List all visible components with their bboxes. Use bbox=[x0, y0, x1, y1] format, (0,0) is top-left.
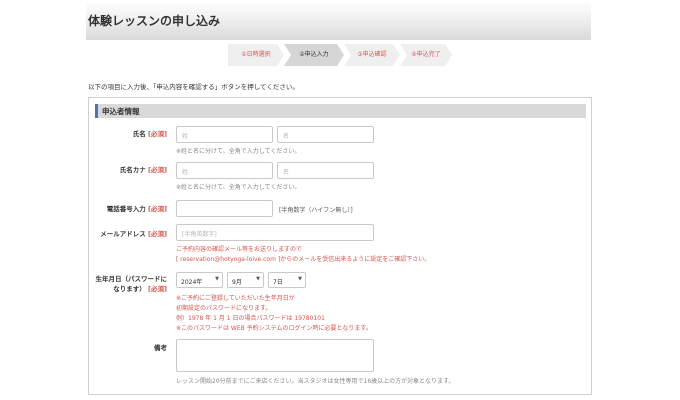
email-input[interactable]: [半角英数字] bbox=[176, 224, 374, 241]
applicant-form: 申込者情報 氏名 [必須] 姓 名 ※姓と名に分けて、全角で入力してください。 … bbox=[88, 97, 592, 395]
required-mark: [必須] bbox=[148, 130, 167, 138]
step-indicator: ①日時選択 ②申込入力 ③申込確認 ④申込完了 bbox=[228, 44, 452, 66]
remarks-textarea[interactable] bbox=[176, 339, 374, 372]
kana-note: ※姓と名に分けて、全角で入力してください。 bbox=[176, 184, 301, 191]
birthday-note-3: 例）1978 年 1 月 1 日の場合パスワードは 19780101 bbox=[176, 315, 325, 322]
required-mark: [必須] bbox=[148, 166, 167, 174]
last-name-kana-input[interactable]: 姓 bbox=[176, 162, 273, 179]
birth-day-select[interactable]: 7日 ▼ bbox=[268, 272, 306, 288]
step-2-current: ②申込入力 bbox=[284, 44, 344, 66]
email-note-1: ご予約内容の確認メール等をお送りしますので bbox=[176, 246, 303, 253]
birthday-note-2: 初期設定のパスワードになります。 bbox=[176, 305, 272, 312]
step-3: ③申込確認 bbox=[344, 44, 400, 66]
section-header: 申込者情報 bbox=[95, 104, 586, 118]
name-label: 氏名 [必須] bbox=[132, 130, 167, 138]
remarks-label: 備考 bbox=[154, 344, 167, 352]
birthday-note-1: ※ご予約にご登録していただいた生年月日が bbox=[176, 295, 295, 302]
birthday-note-4: ※このパスワードは WEB 予約システムのログイン時に必要となります。 bbox=[176, 325, 372, 332]
page-title: 体験レッスンの申し込み bbox=[88, 14, 221, 28]
required-mark: [必須] bbox=[148, 205, 167, 213]
required-mark: [必須] bbox=[148, 230, 167, 238]
step-4: ④申込完了 bbox=[400, 44, 452, 66]
last-name-input[interactable]: 姓 bbox=[176, 126, 273, 143]
kana-label: 氏名カナ [必須] bbox=[119, 166, 167, 174]
birthday-label-2: なります） [必須] bbox=[113, 285, 167, 293]
first-name-input[interactable]: 名 bbox=[277, 126, 374, 143]
intro-text: 以下の項目に入力後、「申込内容を確認する」ボタンを押してください。 bbox=[88, 83, 299, 91]
phone-label: 電話番号入力 [必須] bbox=[106, 205, 167, 213]
phone-note: [半角数字（ハイフン無し）] bbox=[279, 207, 353, 214]
chevron-down-icon: ▼ bbox=[298, 276, 302, 282]
name-note: ※姓と名に分けて、全角で入力してください。 bbox=[176, 148, 301, 155]
birth-year-select[interactable]: 2024年 ▼ bbox=[176, 272, 223, 288]
birthday-label-1: 生年月日（パスワードに bbox=[95, 275, 168, 283]
chevron-down-icon: ▼ bbox=[256, 276, 260, 282]
step-1: ①日時選択 bbox=[228, 44, 284, 66]
email-note-2: [ reservation@hotyoga-loive.com ]からのメールを… bbox=[176, 256, 431, 263]
birth-month-select[interactable]: 9月 ▼ bbox=[227, 272, 264, 288]
first-name-kana-input[interactable]: 名 bbox=[277, 162, 374, 179]
phone-input[interactable] bbox=[176, 200, 273, 217]
required-mark: [必須] bbox=[148, 285, 167, 293]
section-title: 申込者情報 bbox=[102, 107, 140, 116]
page-header: 体験レッスンの申し込み bbox=[86, 0, 591, 40]
chevron-down-icon: ▼ bbox=[215, 276, 219, 282]
remarks-note: レッスン開始20分前までにご来店ください。当スタジオは女性専用で16歳以上の方が… bbox=[176, 378, 455, 385]
email-label: メールアドレス [必須] bbox=[100, 230, 167, 238]
